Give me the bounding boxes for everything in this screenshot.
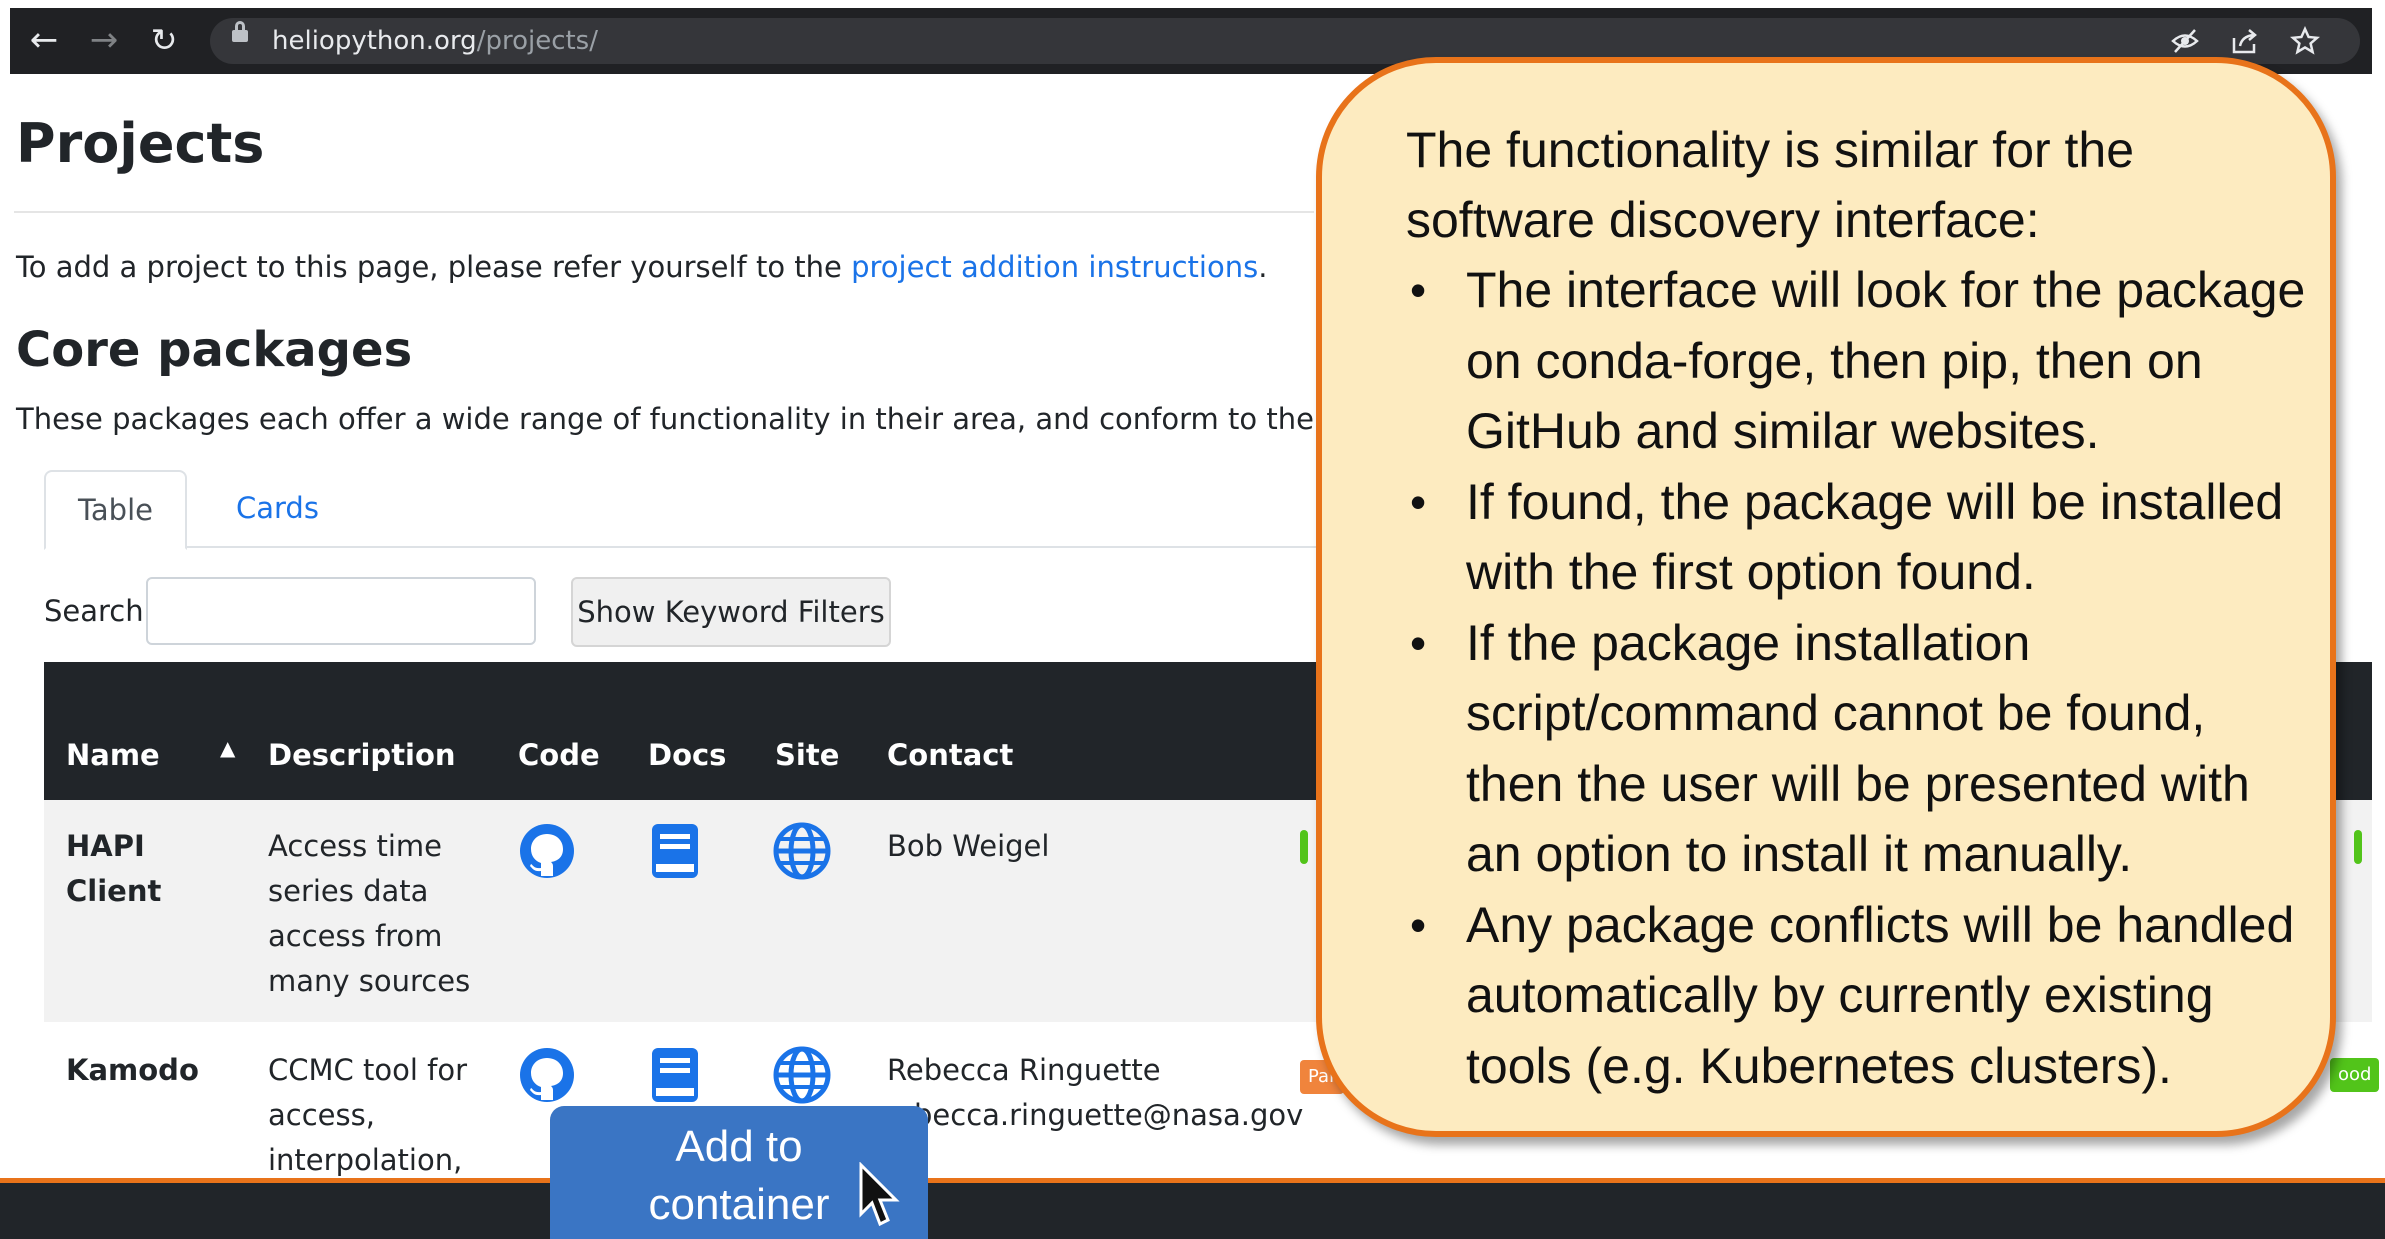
callout-box: The functionality is similar for the sof… [1316,57,2336,1137]
github-icon[interactable] [518,822,576,880]
contact-email[interactable]: becca.ringuette@nasa.gov [914,1093,1303,1138]
docs-book-icon[interactable] [646,1046,704,1104]
star-icon[interactable] [2289,25,2321,64]
project-addition-link[interactable]: project addition instructions [851,250,1258,284]
lock-icon [232,21,248,42]
footer [0,1183,2385,1239]
project-name: Kamodo [66,1053,199,1087]
tab-cards[interactable]: Cards [204,470,351,546]
cursor-arrow-icon [859,1162,900,1227]
show-keyword-filters-button[interactable]: Show Keyword Filters [571,577,891,647]
divider [14,211,1314,213]
intro-text: To add a project to this page, please re… [16,250,1268,284]
search-label: Search: [44,594,154,628]
sort-ascending-icon[interactable]: ▲ [220,736,235,760]
url-text: heliopython.org/projects/ [272,26,598,56]
column-header-name[interactable]: Name [66,738,160,772]
project-name: HAPI Client [66,829,162,908]
callout-item: If found, the package will be installed … [1406,467,2306,608]
globe-icon[interactable] [773,822,831,880]
callout-lead-text: The functionality is similar for the sof… [1406,122,2135,248]
globe-icon[interactable] [773,1046,831,1104]
column-header-site[interactable]: Site [775,738,839,772]
status-badge [1300,830,1308,864]
section-title: Core packages [16,322,413,378]
search-input[interactable] [146,577,536,645]
column-header-description[interactable]: Description [268,738,456,772]
docs-book-icon[interactable] [646,822,704,880]
forward-arrow-icon[interactable]: → [82,18,126,62]
column-header-contact[interactable]: Contact [887,738,1013,772]
contact-name: Rebecca Ringuette [887,1053,1161,1087]
callout-item: The interface will look for the package … [1406,255,2306,467]
callout-item: Any package conflicts will be handled au… [1406,890,2306,1102]
column-header-code[interactable]: Code [518,738,600,772]
project-description: Access time series data access from many so… [268,829,471,998]
callout-item: If the package installation script/comma… [1406,608,2306,890]
view-tabs: Table Cards [44,470,1344,550]
section-description: These packages each offer a wide range o… [16,402,1471,436]
page-title: Projects [16,112,265,175]
column-header-docs[interactable]: Docs [648,738,726,772]
status-badge [2354,830,2362,864]
tab-table[interactable]: Table [44,470,187,550]
status-badge: ood [2330,1058,2380,1092]
github-icon[interactable] [518,1046,576,1104]
reload-icon[interactable]: ↻ [142,18,186,62]
back-arrow-icon[interactable]: ← [22,18,66,62]
project-description: CCMC tool for access, interpolation, [268,1053,467,1177]
callout-list: The interface will look for the package … [1406,255,2306,1101]
contact-name: Bob Weigel [887,829,1050,863]
